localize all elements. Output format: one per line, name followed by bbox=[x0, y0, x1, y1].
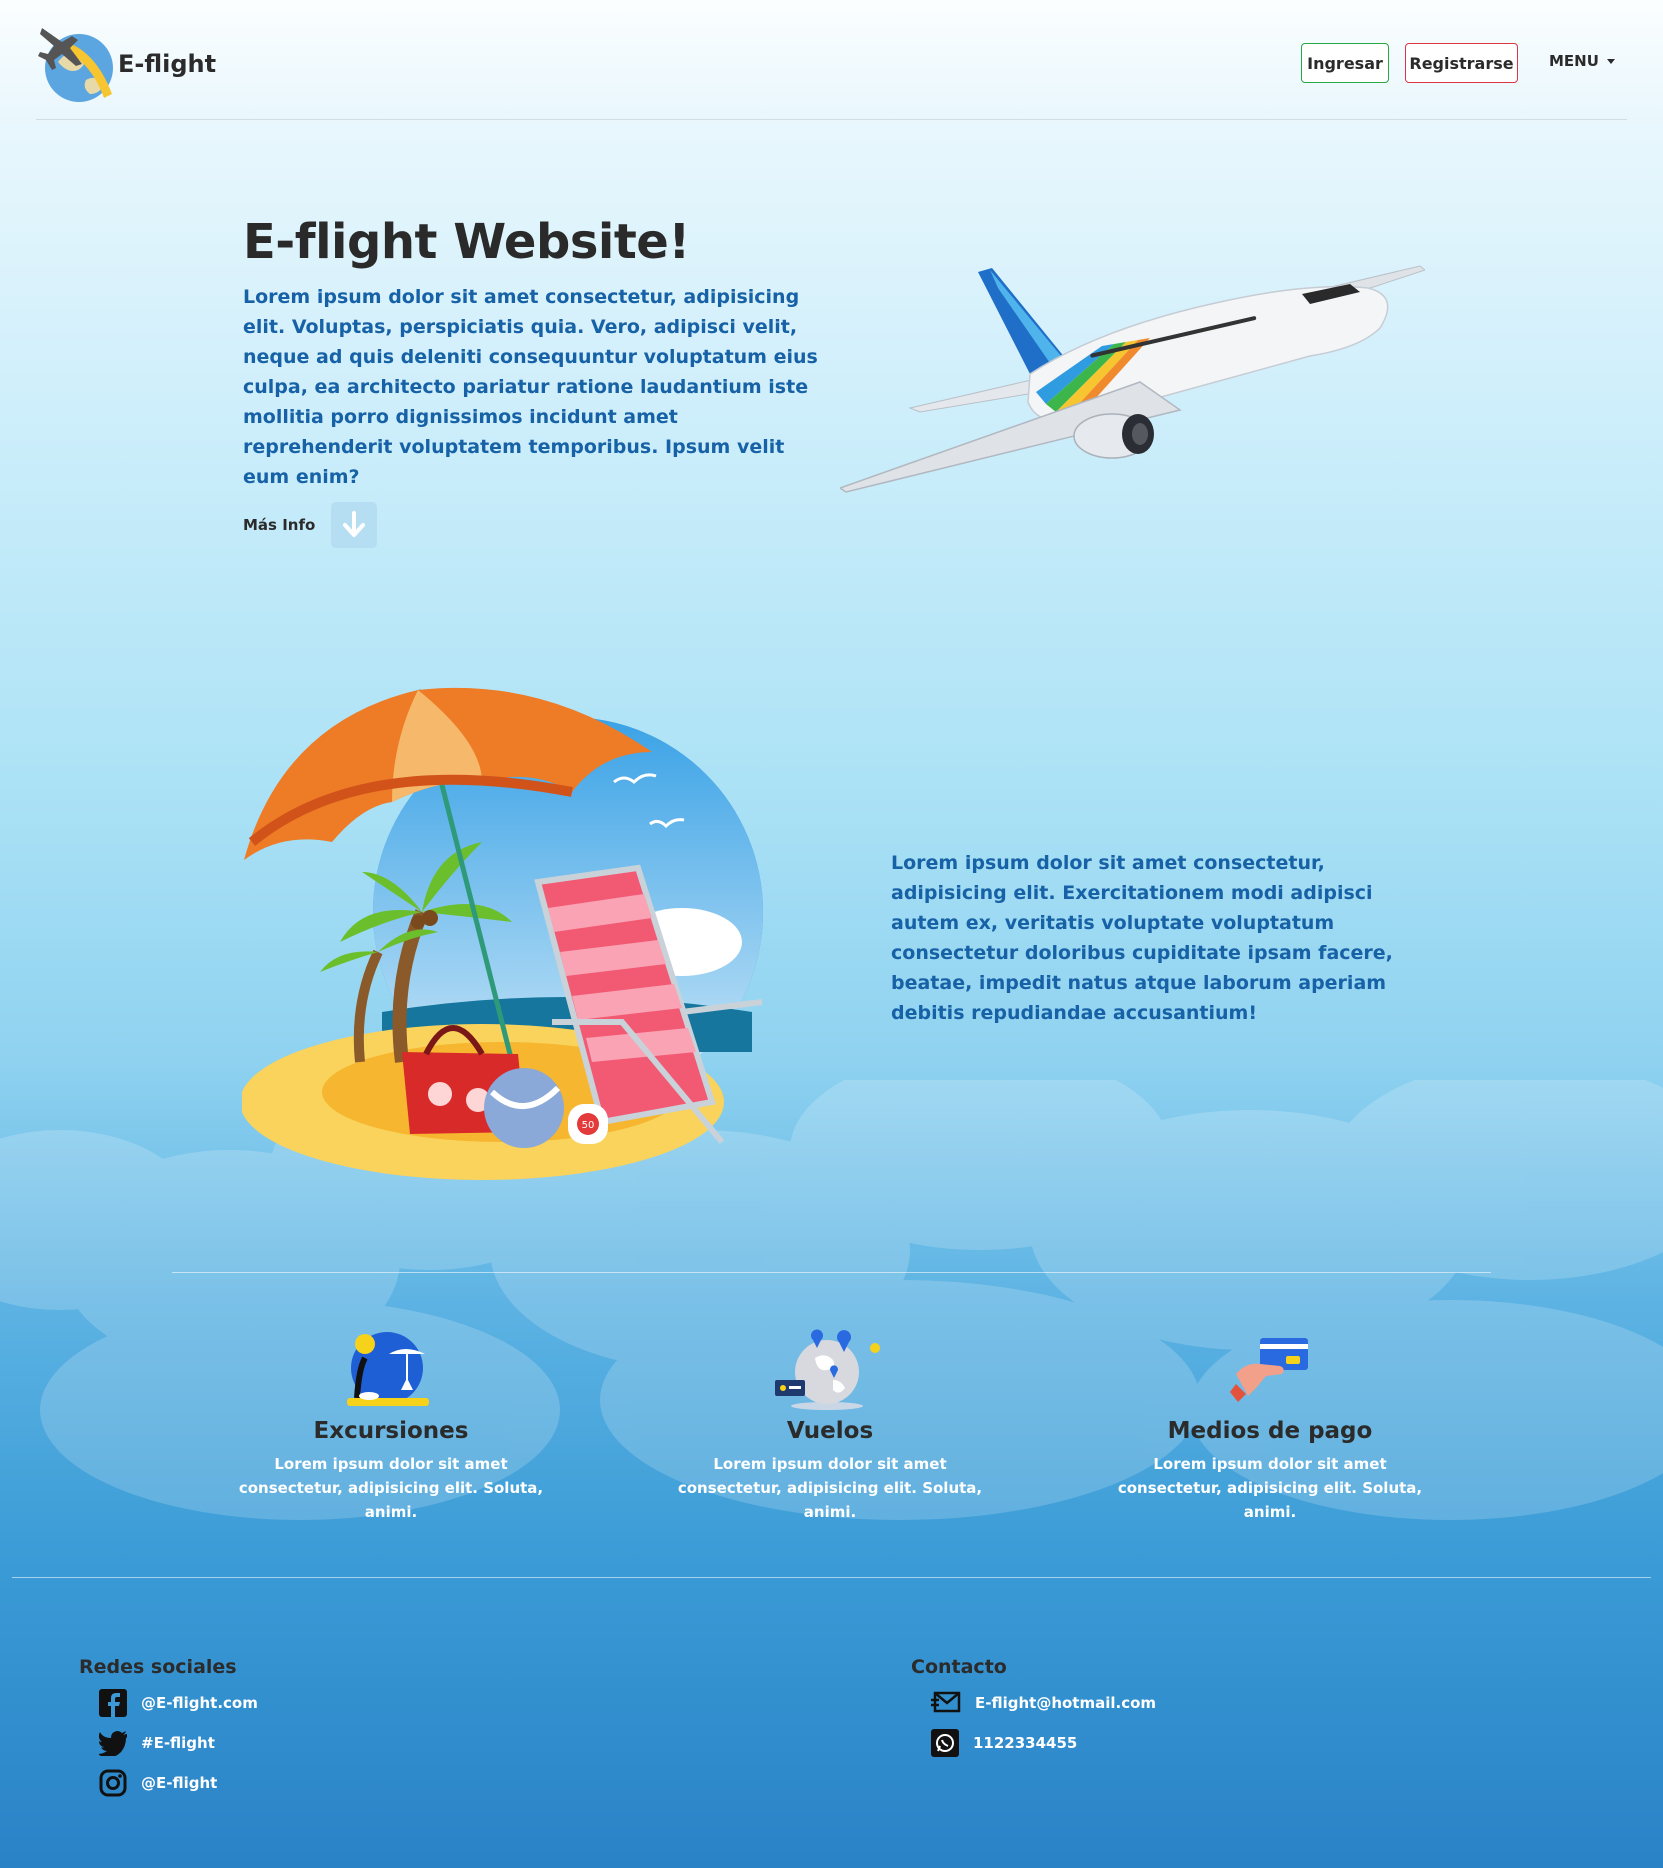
social-links-section: Redes sociales @E-flight.com #E-flight @… bbox=[79, 1656, 258, 1798]
brand-logo-link[interactable]: E-flight bbox=[36, 22, 216, 106]
menu-dropdown-toggle[interactable]: MENU bbox=[1549, 52, 1615, 70]
social-link-twitter[interactable]: #E-flight bbox=[99, 1728, 258, 1758]
social-label: @E-flight.com bbox=[141, 1694, 258, 1712]
instagram-icon bbox=[99, 1769, 127, 1797]
mail-icon bbox=[931, 1691, 961, 1713]
register-button[interactable]: Registrarse bbox=[1405, 43, 1518, 83]
contact-title: Contacto bbox=[911, 1656, 1007, 1678]
airplane-illustration bbox=[840, 265, 1425, 493]
twitter-icon bbox=[99, 1731, 127, 1756]
hero-description: Lorem ipsum dolor sit amet consectetur, … bbox=[243, 286, 818, 488]
feature-title: Medios de pago bbox=[1167, 1418, 1373, 1444]
feature-vuelos: Vuelos Lorem ipsum dolor sit amet consec… bbox=[670, 1328, 990, 1524]
section-description: Lorem ipsum dolor sit amet consectetur, … bbox=[891, 852, 1393, 1024]
footer-divider bbox=[12, 1577, 1651, 1578]
arrow-down-icon[interactable] bbox=[331, 502, 378, 548]
hero-title: E-flight Website! bbox=[243, 214, 690, 270]
globe-plane-logo-icon bbox=[38, 28, 113, 102]
menu-label: MENU bbox=[1549, 52, 1599, 70]
whatsapp-icon bbox=[931, 1729, 959, 1757]
contact-label: 1122334455 bbox=[973, 1734, 1078, 1752]
more-info-label: Más Info bbox=[243, 516, 316, 534]
social-link-facebook[interactable]: @E-flight.com bbox=[99, 1688, 258, 1718]
login-button[interactable]: Ingresar bbox=[1301, 43, 1389, 83]
feature-title: Vuelos bbox=[786, 1418, 874, 1444]
facebook-icon bbox=[99, 1689, 127, 1717]
more-info-link[interactable]: Más Info bbox=[243, 502, 378, 548]
social-title: Redes sociales bbox=[79, 1656, 237, 1678]
section-divider bbox=[172, 1272, 1491, 1273]
social-link-instagram[interactable]: @E-flight bbox=[99, 1768, 258, 1798]
beach-icon bbox=[347, 1332, 429, 1406]
svg-text:50: 50 bbox=[582, 1120, 595, 1131]
caret-down-icon bbox=[1606, 58, 1615, 64]
contact-email[interactable]: E-flight@hotmail.com bbox=[931, 1688, 1156, 1718]
credit-card-icon bbox=[1230, 1338, 1308, 1402]
beach-vacation-illustration: 50 bbox=[242, 687, 763, 1180]
contact-section: Contacto E-flight@hotmail.com 1122334455 bbox=[911, 1656, 1156, 1758]
social-label: #E-flight bbox=[141, 1734, 215, 1752]
social-label: @E-flight bbox=[141, 1774, 218, 1792]
feature-medios-de-pago: Medios de pago Lorem ipsum dolor sit ame… bbox=[1110, 1328, 1430, 1524]
feature-title: Excursiones bbox=[313, 1418, 469, 1444]
contact-whatsapp[interactable]: 1122334455 bbox=[931, 1728, 1156, 1758]
brand-name: E-flight bbox=[118, 50, 217, 78]
navbar-divider bbox=[36, 119, 1627, 120]
globe-map-icon bbox=[775, 1329, 880, 1410]
contact-label: E-flight@hotmail.com bbox=[975, 1694, 1157, 1712]
feature-text: Lorem ipsum dolor sit amet consectetur, … bbox=[238, 1455, 544, 1521]
feature-text: Lorem ipsum dolor sit amet consectetur, … bbox=[1117, 1455, 1423, 1521]
feature-text: Lorem ipsum dolor sit amet consectetur, … bbox=[677, 1455, 983, 1521]
feature-excursiones: Excursiones Lorem ipsum dolor sit amet c… bbox=[231, 1328, 551, 1524]
